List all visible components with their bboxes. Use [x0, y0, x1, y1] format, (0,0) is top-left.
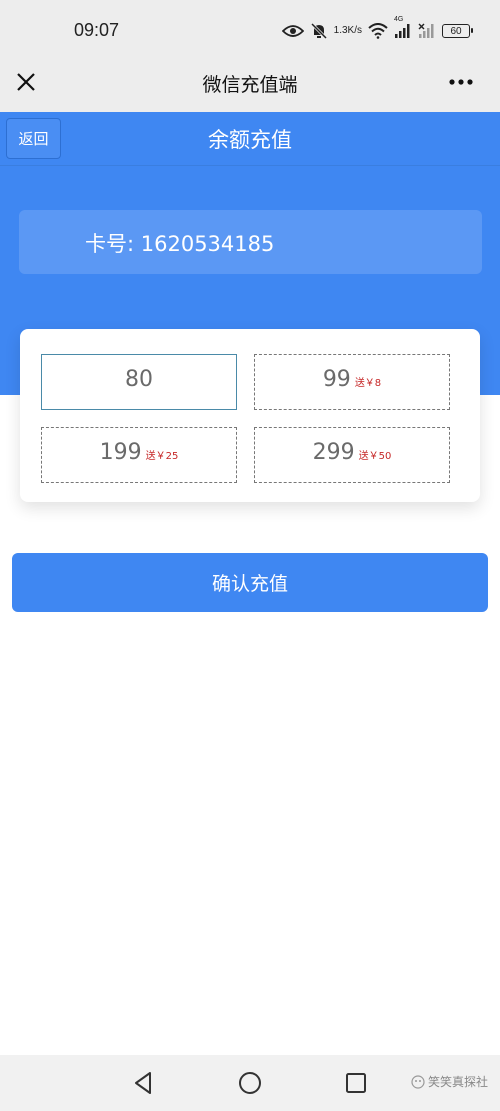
amount-option-99[interactable]: 99 送￥8 — [254, 354, 450, 410]
amount-option-199[interactable]: 199 送￥25 — [41, 427, 237, 483]
eye-icon — [281, 24, 304, 38]
amount-option-299[interactable]: 299 送￥50 — [254, 427, 450, 483]
confirm-recharge-button[interactable]: 确认充值 — [12, 553, 488, 612]
signal-weak-icon — [418, 23, 436, 39]
amount-value: 199 — [99, 440, 142, 465]
watermark-logo-icon — [411, 1074, 425, 1089]
watermark-text: 笑笑真探社 — [427, 1075, 488, 1089]
mute-bell-icon — [310, 22, 328, 40]
amount-value: 80 — [125, 367, 153, 392]
watermark: 笑笑真探社 — [411, 1073, 488, 1090]
battery-icon: 60 — [442, 24, 473, 38]
page-header: 返回 余额充值 — [0, 112, 500, 166]
more-dots-icon[interactable] — [446, 68, 476, 96]
signal-icon: 4G — [394, 16, 412, 39]
amount-option-80[interactable]: 80 — [41, 354, 237, 410]
amount-value: 99 — [322, 367, 351, 392]
amount-panel: 80 99 送￥8 199 送￥25 299 送￥50 — [20, 329, 480, 502]
status-bar: 09:07 1.3 K/s 4G 60 — [0, 0, 500, 60]
wifi-icon — [368, 23, 388, 39]
card-number-box: 卡号: 1620534185 — [19, 210, 482, 274]
system-nav-bar: 笑笑真探社 — [0, 1055, 500, 1111]
home-circle-icon[interactable] — [236, 1069, 264, 1097]
amount-bonus: 送￥8 — [354, 378, 382, 389]
status-icons: 1.3 K/s 4G 60 — [281, 16, 473, 44]
webview-title-bar: 微信充值端 — [0, 60, 500, 112]
back-triangle-icon[interactable] — [130, 1069, 158, 1097]
net-speed-value: 1.3 — [333, 25, 348, 36]
amount-bonus: 送￥25 — [145, 451, 179, 462]
amount-value: 299 — [312, 440, 355, 465]
status-time: 09:07 — [74, 20, 120, 40]
net-speed: 1.3 K/s — [334, 26, 362, 36]
amount-bonus: 送￥50 — [358, 451, 392, 462]
recents-square-icon[interactable] — [342, 1069, 370, 1097]
net-speed-unit: K/s — [347, 25, 362, 36]
network-type-label: 4G — [394, 16, 404, 23]
page-title: 余额充值 — [208, 128, 292, 152]
webview-title: 微信充值端 — [202, 74, 298, 96]
card-number-label: 卡号: 1620534185 — [85, 232, 275, 256]
